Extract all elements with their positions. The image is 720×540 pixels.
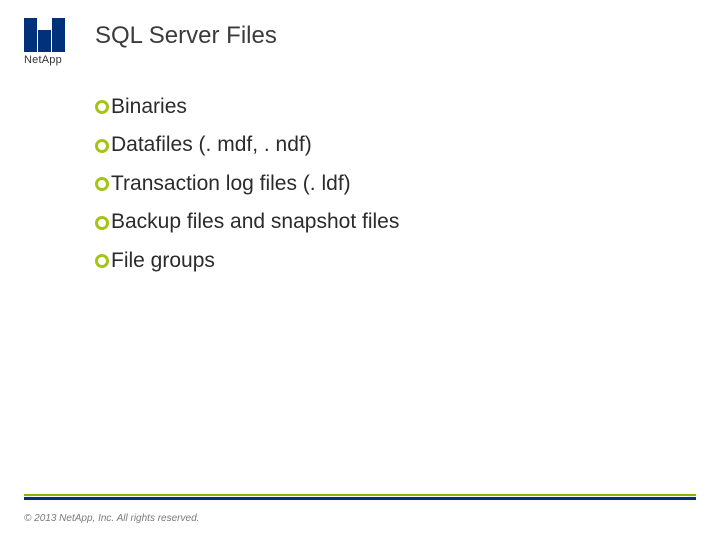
- netapp-logo-text: NetApp: [24, 54, 62, 66]
- netapp-logo: NetApp: [24, 18, 68, 66]
- list-item-label: File groups: [111, 246, 215, 276]
- list-item: Datafiles (. mdf, . ndf): [95, 130, 399, 160]
- list-item: File groups: [95, 246, 399, 276]
- footer-divider: [24, 497, 696, 500]
- list-item: Binaries: [95, 92, 399, 122]
- bullet-icon: [95, 100, 109, 114]
- bullet-icon: [95, 254, 109, 268]
- list-item: Backup files and snapshot files: [95, 207, 399, 237]
- bullet-icon: [95, 216, 109, 230]
- bullet-icon: [95, 177, 109, 191]
- list-item: Transaction log files (. ldf): [95, 169, 399, 199]
- list-item-label: Backup files and snapshot files: [111, 207, 399, 237]
- netapp-logo-mark: [24, 18, 68, 52]
- list-item-label: Transaction log files (. ldf): [111, 169, 351, 199]
- list-item-label: Binaries: [111, 92, 187, 122]
- bullet-icon: [95, 139, 109, 153]
- list-item-label: Datafiles (. mdf, . ndf): [111, 130, 312, 160]
- bullet-list: Binaries Datafiles (. mdf, . ndf) Transa…: [95, 92, 399, 276]
- copyright-text: © 2013 NetApp, Inc. All rights reserved.: [24, 513, 199, 524]
- slide-title: SQL Server Files: [95, 22, 277, 50]
